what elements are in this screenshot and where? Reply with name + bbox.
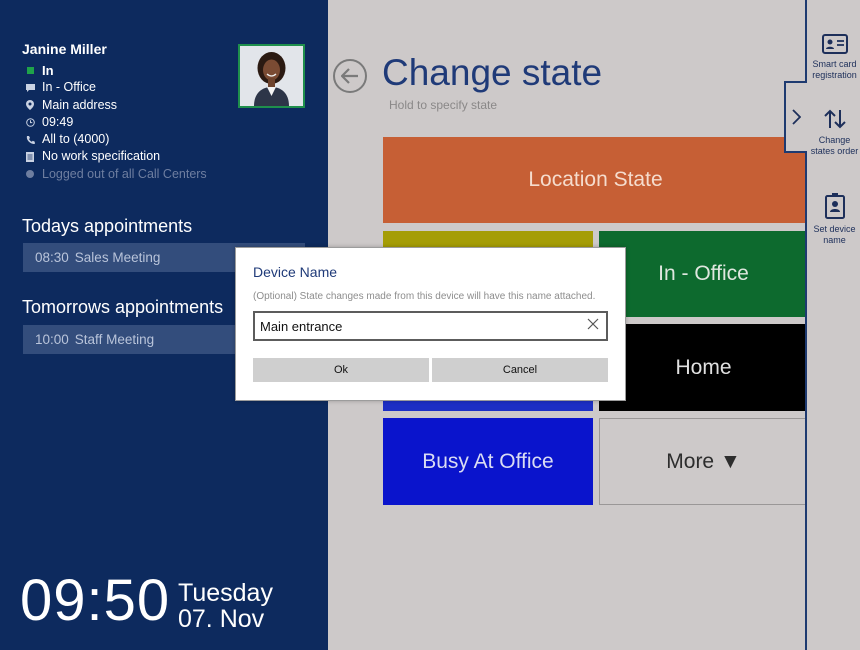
status-text: In - Office: [42, 80, 96, 95]
appointment-time: 08:30: [35, 250, 69, 265]
back-button[interactable]: [333, 59, 367, 93]
change-states-order-button[interactable]: Change states order: [807, 108, 860, 157]
user-name: Janine Miller: [22, 41, 107, 57]
device-name-label: Set device name: [813, 224, 856, 245]
clock-icon: [25, 118, 35, 127]
circle-icon: [25, 170, 35, 179]
comment-icon: [25, 83, 35, 92]
status-row-phone: All to (4000): [25, 131, 207, 148]
set-device-name-button[interactable]: Set device name: [807, 193, 860, 246]
clear-input-icon[interactable]: [587, 317, 599, 335]
dialog-description: (Optional) State changes made from this …: [253, 291, 596, 302]
device-name-input-value: Main entrance: [260, 318, 343, 334]
status-text: In: [42, 63, 54, 78]
status-text: Logged out of all Call Centers: [42, 166, 207, 181]
chevron-right-icon: [792, 109, 801, 125]
clock-weekday: Tuesday: [178, 579, 273, 607]
dialog-title: Device Name: [253, 264, 338, 280]
avatar: [238, 44, 305, 108]
clock-date: Tuesday 07. Nov: [178, 580, 273, 632]
status-text: No work specification: [42, 149, 161, 164]
status-row-time: 09:49: [25, 114, 207, 131]
tile-home[interactable]: Home: [599, 324, 808, 411]
status-text: Main address: [42, 97, 118, 112]
today-appointments-title: Todays appointments: [22, 216, 193, 236]
appointment-time: 10:00: [35, 332, 69, 347]
phone-icon: [25, 135, 35, 145]
status-text: All to (4000): [42, 132, 110, 147]
status-row-callcenter: Logged out of all Call Centers: [25, 166, 207, 183]
tile-more[interactable]: More ▼: [599, 418, 808, 505]
smart-card-registration-button[interactable]: Smart card registration: [807, 34, 860, 81]
device-name-input[interactable]: Main entrance: [253, 311, 608, 341]
tile-busy-at-office[interactable]: Busy At Office: [383, 418, 593, 505]
location-pin-icon: [25, 100, 35, 111]
status-text: 09:49: [42, 114, 74, 129]
change-order-label: Change states order: [810, 135, 859, 156]
page-title: Change state: [382, 52, 603, 93]
tile-location-state[interactable]: Location State: [383, 137, 808, 223]
appointment-title: Staff Meeting: [74, 332, 155, 347]
cancel-button[interactable]: Cancel: [432, 358, 608, 382]
clock-time: 09:50: [20, 568, 171, 633]
status-row-comment: In - Office: [25, 79, 207, 96]
tile-in-office[interactable]: In - Office: [599, 231, 808, 317]
expand-toolbar-button[interactable]: [784, 81, 807, 153]
clock-day: 07. Nov: [178, 605, 265, 633]
status-row-work: No work specification: [25, 148, 207, 165]
smart-card-label: Smart card registration: [812, 59, 857, 80]
status-list: In In - Office Main address 09:49 All to…: [25, 62, 207, 183]
tomorrow-appointments-title: Tomorrows appointments: [22, 297, 224, 317]
status-square-icon: [25, 67, 35, 75]
device-badge-icon: [807, 193, 860, 219]
appointment-title: Sales Meeting: [74, 250, 161, 265]
status-row-location: Main address: [25, 97, 207, 114]
sort-arrows-icon: [807, 108, 860, 130]
arrow-left-icon: [341, 68, 358, 84]
right-toolbar: Smart card registration Change states or…: [805, 0, 860, 650]
id-card-icon: [807, 34, 860, 54]
status-row-state: In: [25, 62, 207, 79]
ok-button[interactable]: Ok: [253, 358, 429, 382]
device-name-dialog: Device Name (Optional) State changes mad…: [235, 247, 626, 401]
page-hint: Hold to specify state: [389, 98, 498, 112]
document-icon: [25, 152, 35, 163]
